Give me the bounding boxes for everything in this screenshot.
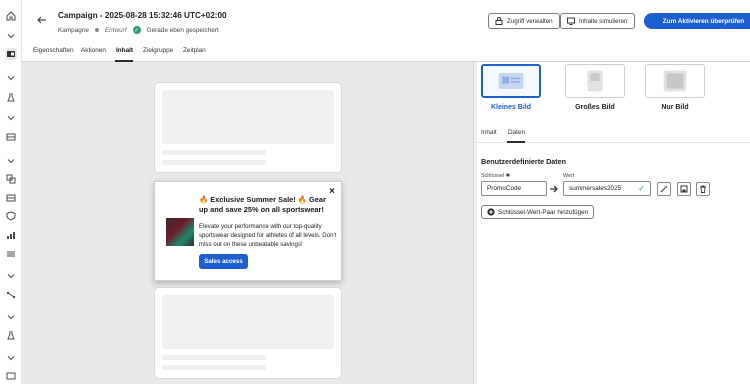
chevron-down-icon[interactable] <box>5 112 17 124</box>
plus-circle-icon <box>487 208 495 216</box>
skeleton-line <box>162 365 266 370</box>
layout-image-only[interactable] <box>645 64 705 98</box>
table-icon[interactable] <box>5 131 17 143</box>
copy-icon[interactable] <box>5 173 17 185</box>
status-badge: Entwurf <box>104 26 127 34</box>
home-icon[interactable] <box>5 10 17 22</box>
table-icon[interactable] <box>5 192 17 204</box>
magic-wand-icon <box>660 185 668 193</box>
campaign-icon[interactable] <box>5 370 17 382</box>
layout-small-image[interactable] <box>481 64 541 98</box>
save-button[interactable] <box>677 182 691 196</box>
check-icon: ✓ <box>132 26 141 34</box>
flask-icon[interactable] <box>5 329 17 341</box>
saved-status: Gerade eben gespeichert <box>146 26 219 34</box>
magic-wand-button[interactable] <box>657 182 671 196</box>
campaign-meta: Kampagne Entwurf ✓ Gerade eben gespeiche… <box>58 26 219 34</box>
monitor-icon <box>567 17 575 25</box>
tab-content[interactable]: Inhalt <box>116 47 133 54</box>
small-image-icon <box>498 73 524 89</box>
properties-panel: Kleines Bild Großes Bild Nur Bild Inhalt… <box>477 62 750 384</box>
chevron-down-icon[interactable] <box>5 270 17 282</box>
delete-button[interactable] <box>696 182 710 196</box>
save-icon <box>680 185 688 193</box>
panel-tab-data[interactable]: Daten <box>508 129 525 136</box>
value-label: Wert <box>563 173 575 179</box>
tab-audience[interactable]: Zielgruppe <box>143 47 173 54</box>
skeleton-image <box>162 90 334 144</box>
review-activate-button[interactable]: Zum Aktivieren überprüfen <box>644 13 750 29</box>
skeleton-line <box>162 355 266 360</box>
campaign-icon[interactable] <box>5 48 17 60</box>
layout-large-image[interactable] <box>565 64 625 98</box>
campaign-type: Kampagne <box>58 26 89 34</box>
skeleton-card <box>154 82 342 173</box>
page-title: Campaign - 2025-08-28 15:32:46 UTC+02:00 <box>58 11 227 20</box>
branch-icon[interactable] <box>5 289 17 301</box>
skeleton-line <box>162 160 266 165</box>
image-only-icon <box>663 70 687 92</box>
section-title: Benutzerdefinierte Daten <box>481 157 567 166</box>
chevron-down-icon[interactable] <box>5 311 17 323</box>
value-input[interactable]: summersales2025 ✓ <box>563 181 651 196</box>
chevron-down-icon[interactable] <box>5 72 17 84</box>
skeleton-image <box>162 295 334 349</box>
check-icon: ✓ <box>638 184 645 193</box>
delete-icon <box>700 185 706 193</box>
add-key-value-button[interactable]: Schlüssel-Wert-Paar hinzufügen <box>481 205 595 219</box>
tab-schedule[interactable]: Zeitplan <box>183 47 206 54</box>
popup-body: Elevate your performance with our top-qu… <box>199 223 337 248</box>
panel-tab-content[interactable]: Inhalt <box>481 129 497 136</box>
manage-access-button[interactable]: Zugriff verwalten <box>488 13 560 29</box>
layout-label: Großes Bild <box>575 104 615 111</box>
shield-icon[interactable] <box>5 210 17 222</box>
lock-icon <box>495 17 503 25</box>
in-app-popup: × 🔥 Exclusive Summer Sale! 🔥 Gear up and… <box>154 181 342 281</box>
popup-image <box>166 218 194 246</box>
sales-access-button[interactable]: Sales access <box>199 254 248 269</box>
key-label: Schlüssel ✱ <box>481 173 511 179</box>
chevron-down-icon[interactable] <box>5 30 17 42</box>
arrow-left-icon[interactable] <box>36 14 48 26</box>
skeleton-line <box>162 150 266 155</box>
status-dot <box>94 28 99 32</box>
page-header: Campaign - 2025-08-28 15:32:46 UTC+02:00… <box>22 0 750 40</box>
list-icon[interactable] <box>5 248 17 260</box>
arrow-right-icon <box>550 185 558 193</box>
tab-properties[interactable]: Eigenschaften <box>33 47 74 54</box>
active-tab-indicator <box>507 141 525 143</box>
popup-title: 🔥 Exclusive Summer Sale! 🔥 Gear up and s… <box>199 195 326 214</box>
layout-label: Nur Bild <box>661 104 689 111</box>
large-image-icon <box>587 70 603 92</box>
layout-label: Kleines Bild <box>490 104 532 111</box>
left-rail <box>0 0 22 384</box>
chevron-down-icon[interactable] <box>5 155 17 167</box>
flask-icon[interactable] <box>5 91 17 103</box>
simulate-content-button[interactable]: Inhalte simulieren <box>560 13 635 29</box>
preview-canvas: × 🔥 Exclusive Summer Sale! 🔥 Gear up and… <box>22 62 473 384</box>
key-input[interactable]: PromoCode <box>481 181 547 196</box>
tab-actions[interactable]: Aktionen <box>81 47 106 54</box>
skeleton-card <box>154 287 342 379</box>
main-tabs: Eigenschaften Aktionen Inhalt Zielgruppe… <box>22 40 750 62</box>
chevron-down-icon[interactable] <box>5 352 17 364</box>
chart-icon[interactable] <box>5 229 17 241</box>
